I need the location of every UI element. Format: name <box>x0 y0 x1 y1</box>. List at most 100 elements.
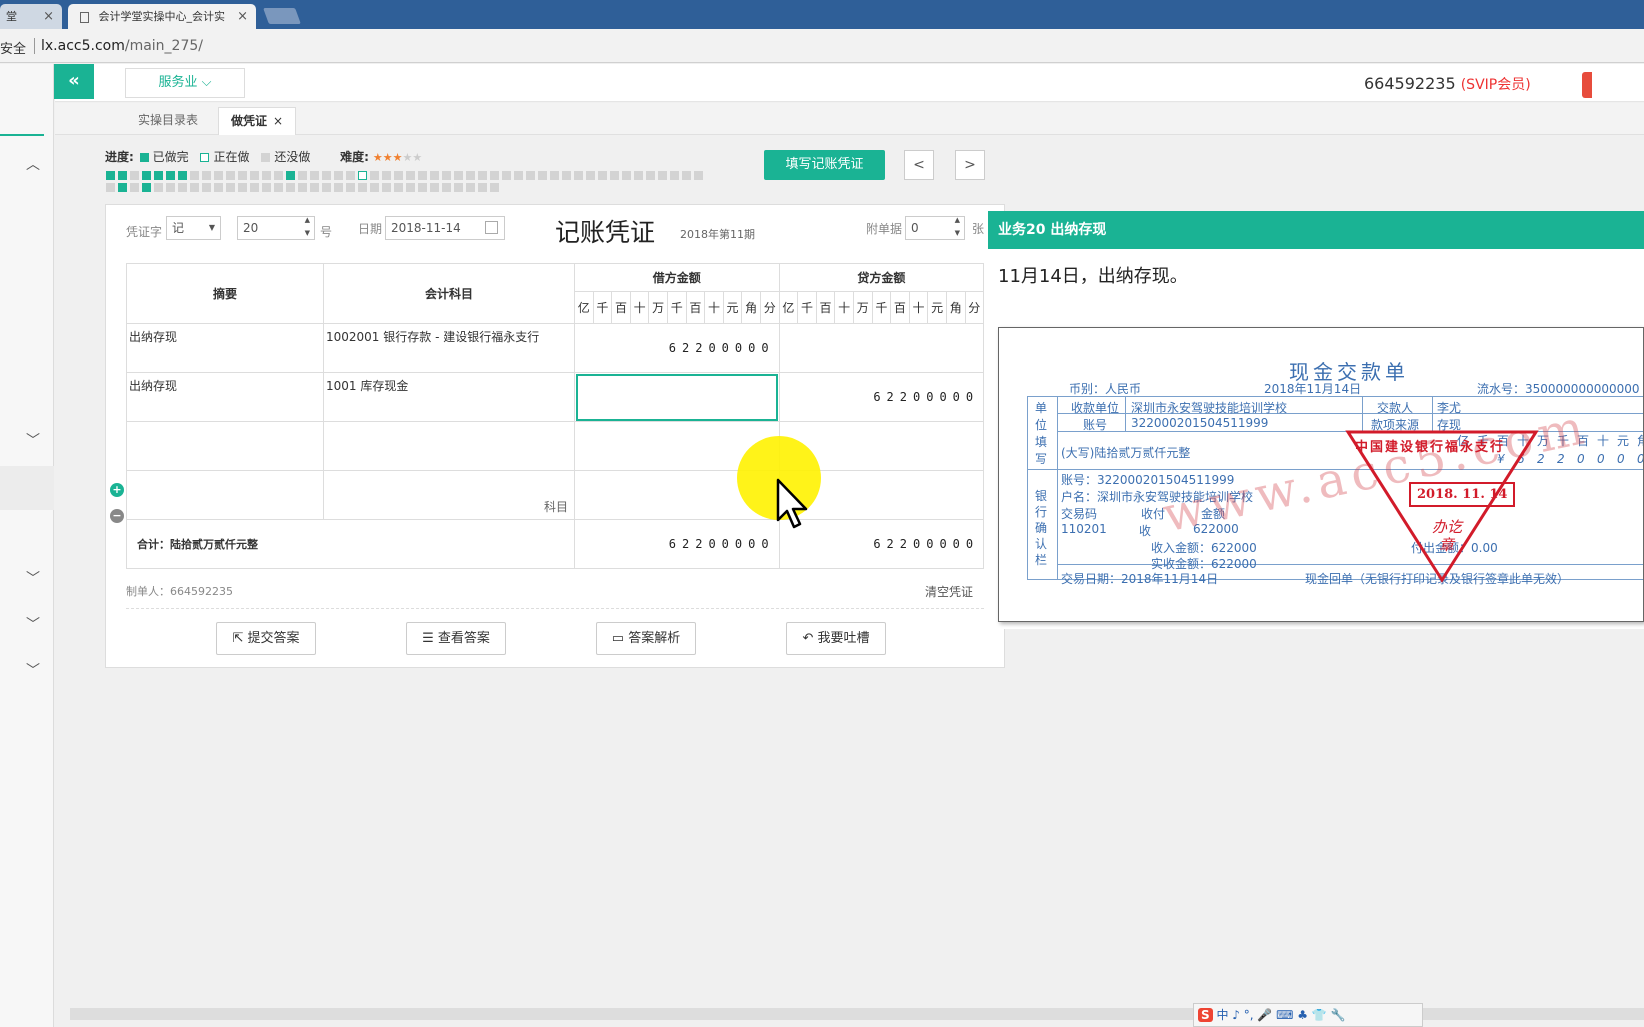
progress-cell[interactable] <box>142 183 151 192</box>
progress-cell[interactable] <box>298 171 307 180</box>
progress-cell[interactable] <box>610 171 619 180</box>
date-input[interactable]: 2018-11-14 <box>385 216 505 240</box>
progress-cell[interactable] <box>250 171 259 180</box>
progress-cell[interactable] <box>274 183 283 192</box>
account-cell[interactable] <box>323 421 575 471</box>
stepper-arrows-icon[interactable]: ▲ ▼ <box>305 214 310 240</box>
summary-cell[interactable] <box>126 470 324 520</box>
progress-cell[interactable] <box>442 183 451 192</box>
ime-toolbar[interactable]: S 中 ♪ °, 🎤 ⌨ ♣ 👕 🔧 <box>1193 1003 1423 1027</box>
progress-cell[interactable] <box>622 171 631 180</box>
progress-cell[interactable] <box>394 171 403 180</box>
progress-cell[interactable] <box>322 171 331 180</box>
chevron-up-icon[interactable]: ︿ <box>26 154 40 174</box>
progress-cell[interactable] <box>406 183 415 192</box>
voucher-row[interactable]: 出纳存现 1002001 银行存款 - 建设银行福永支行 62200000 <box>126 323 985 373</box>
close-icon[interactable]: × <box>43 4 54 29</box>
progress-cell[interactable] <box>370 183 379 192</box>
answer-analysis-button[interactable]: ▭ 答案解析 <box>596 622 696 655</box>
progress-cell[interactable] <box>226 171 235 180</box>
progress-cell[interactable] <box>538 171 547 180</box>
progress-cell[interactable] <box>130 183 139 192</box>
collapse-sidebar-button[interactable]: « <box>54 64 94 99</box>
progress-cell[interactable] <box>334 171 343 180</box>
progress-cell[interactable] <box>190 183 199 192</box>
industry-dropdown[interactable]: 服务业 ⌵ <box>125 68 245 98</box>
tab-catalog[interactable]: 实操目录表 <box>126 107 210 135</box>
progress-cell[interactable] <box>250 183 259 192</box>
progress-cell[interactable] <box>490 183 499 192</box>
progress-cell[interactable] <box>202 171 211 180</box>
progress-cell[interactable] <box>382 183 391 192</box>
submit-answer-button[interactable]: ⇱ 提交答案 <box>216 622 316 655</box>
progress-cell[interactable] <box>670 171 679 180</box>
progress-cell[interactable] <box>286 171 295 180</box>
progress-cell[interactable] <box>214 171 223 180</box>
progress-cell[interactable] <box>154 183 163 192</box>
progress-cell[interactable] <box>118 183 127 192</box>
progress-cell[interactable] <box>478 171 487 180</box>
progress-cell[interactable] <box>334 183 343 192</box>
tab-voucher[interactable]: 做凭证 × <box>218 107 297 135</box>
browser-tab[interactable]: 堂 × <box>0 4 62 29</box>
feedback-button[interactable]: ↶ 我要吐槽 <box>786 622 886 655</box>
progress-cell[interactable] <box>202 183 211 192</box>
summary-cell[interactable]: 出纳存现 <box>126 372 324 422</box>
progress-cell[interactable] <box>106 171 115 180</box>
credit-amount-cell[interactable]: 62200000 <box>778 372 985 422</box>
progress-cell[interactable] <box>490 171 499 180</box>
voucher-number-stepper[interactable]: 20 ▲ ▼ <box>237 216 315 240</box>
progress-cell[interactable] <box>178 183 187 192</box>
progress-cell[interactable] <box>166 171 175 180</box>
add-row-icon[interactable]: + <box>110 483 124 497</box>
account-cell[interactable]: 1002001 银行存款 - 建设银行福永支行 <box>323 323 575 373</box>
progress-cell[interactable] <box>214 183 223 192</box>
logout-button[interactable] <box>1582 72 1592 98</box>
clear-voucher-link[interactable]: 清空凭证 <box>925 583 973 600</box>
progress-cell[interactable] <box>274 171 283 180</box>
progress-cell[interactable] <box>442 171 451 180</box>
account-cell[interactable]: 科目 <box>323 470 575 520</box>
calendar-icon[interactable] <box>485 221 498 234</box>
progress-cell[interactable] <box>154 171 163 180</box>
voucher-row[interactable]: 出纳存现 1001 库存现金 62200000 <box>126 372 985 422</box>
progress-cell[interactable] <box>562 171 571 180</box>
chevron-down-icon[interactable]: ﹀ <box>26 430 40 450</box>
browser-tab-active[interactable]: 会计学堂实操中心_会计实 × <box>68 4 256 29</box>
progress-cell[interactable] <box>418 171 427 180</box>
progress-cell[interactable] <box>130 171 139 180</box>
progress-cell[interactable] <box>358 171 367 180</box>
stepper-arrows-icon[interactable]: ▲ ▼ <box>955 214 960 240</box>
fill-voucher-button[interactable]: 填写记账凭证 <box>764 150 885 180</box>
progress-cell[interactable] <box>262 183 271 192</box>
progress-cell[interactable] <box>142 171 151 180</box>
progress-cell[interactable] <box>178 171 187 180</box>
progress-cell[interactable] <box>454 171 463 180</box>
voucher-row[interactable] <box>126 421 985 471</box>
prev-button[interactable]: < <box>904 150 934 180</box>
next-button[interactable]: > <box>955 150 985 180</box>
url-text[interactable]: lx.acc5.com/main_275/ <box>41 38 203 54</box>
progress-cell[interactable] <box>574 171 583 180</box>
progress-cell[interactable] <box>322 183 331 192</box>
progress-cell[interactable] <box>526 171 535 180</box>
progress-cell[interactable] <box>406 171 415 180</box>
progress-cell[interactable] <box>682 171 691 180</box>
progress-cell[interactable] <box>646 171 655 180</box>
progress-cell[interactable] <box>430 171 439 180</box>
progress-cell[interactable] <box>466 183 475 192</box>
sidebar-item-active[interactable] <box>0 466 54 510</box>
close-icon[interactable]: × <box>273 114 283 128</box>
progress-cell[interactable] <box>310 171 319 180</box>
user-info[interactable]: 664592235 (SVIP会员) <box>1364 74 1531 94</box>
progress-cell[interactable] <box>454 183 463 192</box>
chevron-down-icon[interactable]: ﹀ <box>26 660 40 680</box>
view-answer-button[interactable]: ☰ 查看答案 <box>406 622 506 655</box>
progress-cell[interactable] <box>238 183 247 192</box>
progress-cell[interactable] <box>226 183 235 192</box>
debit-amount-cell[interactable]: 62200000 <box>574 323 780 373</box>
progress-cell[interactable] <box>694 171 703 180</box>
progress-cell[interactable] <box>634 171 643 180</box>
progress-cell[interactable] <box>466 171 475 180</box>
progress-cell[interactable] <box>394 183 403 192</box>
